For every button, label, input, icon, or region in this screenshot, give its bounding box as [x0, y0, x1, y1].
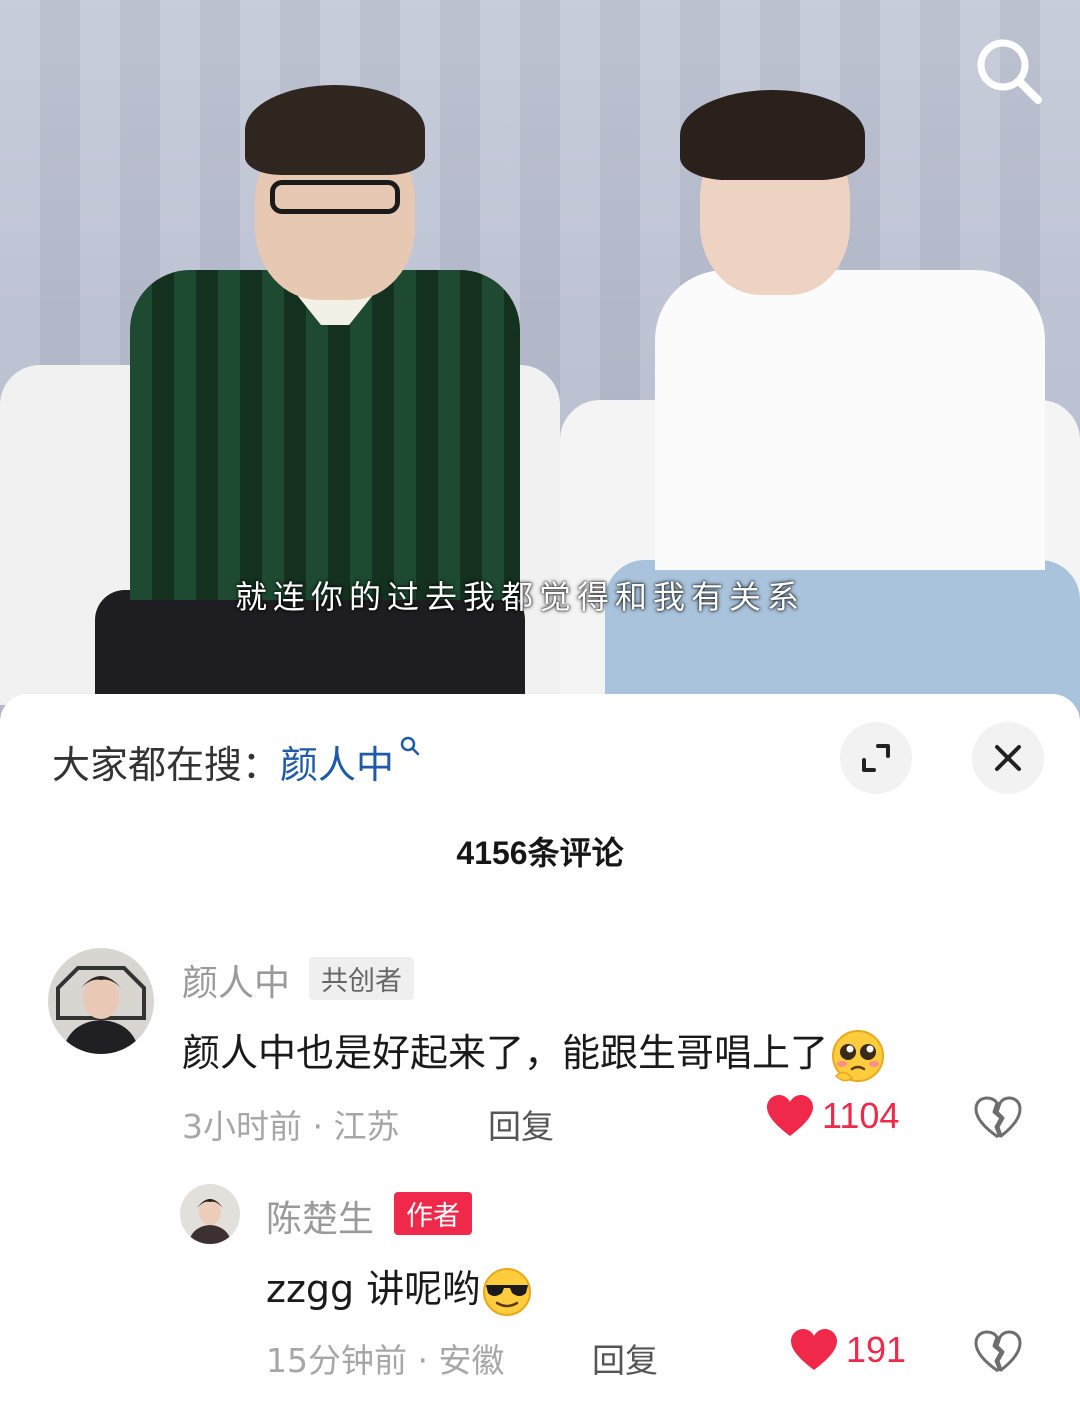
person-left-hair: [245, 85, 425, 175]
reply-button[interactable]: 回复: [488, 1100, 554, 1148]
video-subtitle: 就连你的过去我都觉得和我有关系: [234, 578, 805, 616]
trending-search-prefix: 大家都在搜：: [52, 743, 281, 787]
comment-meta: 3小时前 · 江苏: [182, 1100, 400, 1148]
comment-meta: 15分钟前 · 安徽: [266, 1334, 505, 1382]
trending-search-hint[interactable]: 大家都在搜：颜人中: [52, 734, 422, 789]
trending-search-term[interactable]: 颜人中: [280, 743, 394, 787]
person-left-glasses: [270, 180, 400, 214]
author-badge: 作者: [394, 1192, 472, 1235]
comment-text: 颜人中也是好起来了，能跟生哥唱上了: [182, 1022, 888, 1084]
comment-body: 颜人中也是好起来了，能跟生哥唱上了: [182, 1031, 829, 1075]
broken-heart-icon: [974, 1330, 1022, 1373]
expand-button[interactable]: [840, 722, 912, 794]
comment-body: zzgg 讲呢哟: [266, 1267, 481, 1311]
comment-text: zzgg 讲呢哟: [266, 1258, 534, 1317]
close-button[interactable]: [972, 722, 1044, 794]
avatar[interactable]: [180, 1184, 240, 1244]
video-player[interactable]: 就连你的过去我都觉得和我有关系: [0, 0, 1080, 740]
meta-separator: ·: [312, 1107, 324, 1146]
dislike-button[interactable]: [974, 1096, 1022, 1144]
co-creator-badge: 共创者: [309, 957, 414, 1000]
person-right-shirt: [655, 270, 1045, 570]
person-right-hair: [680, 90, 865, 180]
comment-username[interactable]: 颜人中: [182, 954, 290, 1006]
dislike-button[interactable]: [974, 1330, 1022, 1378]
comment-time: 3小时前: [182, 1107, 302, 1146]
comment-location: 安徽: [438, 1341, 505, 1380]
avatar[interactable]: [48, 948, 154, 1054]
comment-count-title: 4156条评论: [456, 835, 624, 871]
sunglasses-emoji: [483, 1267, 532, 1316]
like-count: 191: [846, 1329, 907, 1370]
broken-heart-icon: [974, 1096, 1022, 1139]
like-button[interactable]: 1104: [766, 1094, 899, 1138]
user-avatar-image: [48, 948, 154, 1054]
like-button[interactable]: 191: [790, 1328, 906, 1372]
expand-icon: [862, 744, 890, 772]
reply-button[interactable]: 回复: [592, 1334, 658, 1382]
close-icon: [995, 745, 1021, 771]
comment-username[interactable]: 陈楚生: [266, 1190, 374, 1242]
like-count: 1104: [822, 1095, 900, 1136]
user-avatar-image: [180, 1184, 240, 1244]
video-search-button[interactable]: [968, 30, 1048, 110]
search-icon: [977, 39, 1042, 104]
comment-location: 江苏: [333, 1107, 400, 1146]
heart-icon: [767, 1095, 813, 1136]
pleading-face-emoji: [832, 1029, 885, 1082]
search-icon: [400, 736, 420, 756]
comment-time: 15分钟前: [266, 1341, 407, 1380]
meta-separator: ·: [417, 1341, 429, 1380]
heart-icon: [791, 1329, 837, 1370]
